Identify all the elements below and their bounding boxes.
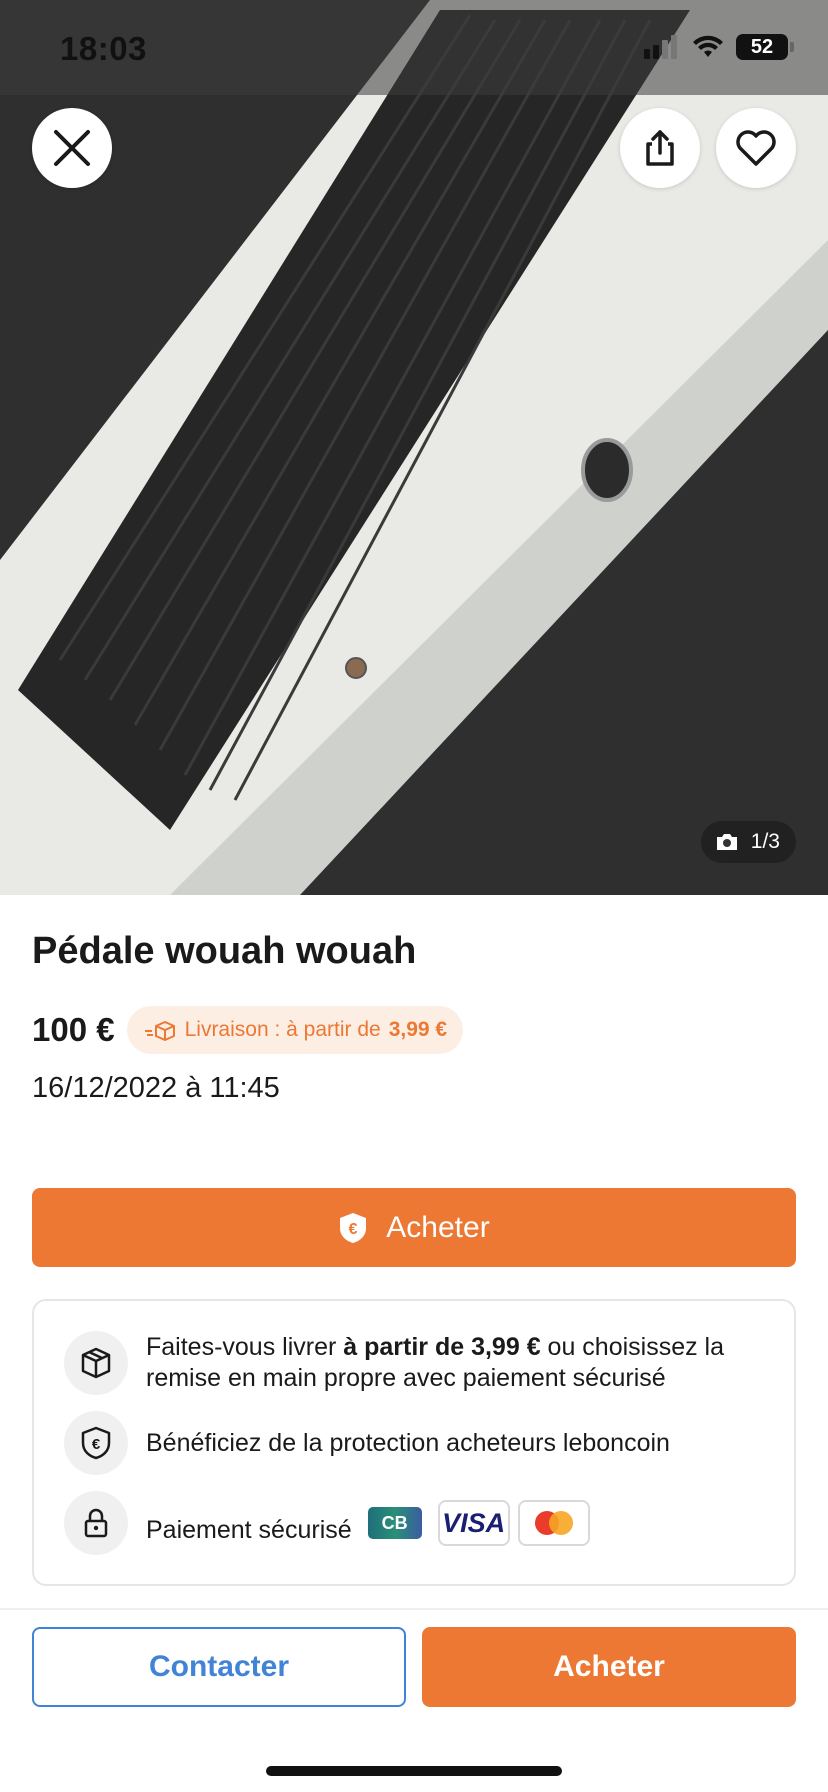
delivery-price: 3,99 € — [388, 1018, 448, 1041]
delivery-info-bold: à partir de 3,99 € — [343, 1333, 541, 1361]
euro-shield-icon: € — [340, 1212, 367, 1243]
battery-icon: 52 — [736, 34, 794, 60]
buy-button-label: Acheter — [386, 1210, 490, 1244]
visa-card-icon: VISA — [437, 1500, 510, 1546]
bottom-bar-divider — [0, 1608, 828, 1610]
protection-info-text: Bénéficiez de la protection acheteurs le… — [146, 1428, 670, 1457]
photo-counter: 1/3 — [700, 821, 796, 863]
protection-info-row: € Bénéficiez de la protection acheteurs … — [64, 1411, 670, 1475]
status-time: 18:03 — [60, 30, 147, 67]
listing-photo[interactable]: 18:03 52 1/3 — [0, 0, 828, 895]
wah-pedal-photo — [0, 0, 828, 895]
package-icon — [64, 1331, 128, 1395]
close-icon — [54, 130, 90, 166]
delivery-info-text: Faites-vous livrer à partir de 3,99 € ou… — [146, 1332, 766, 1394]
payment-info-text: Paiement sécurisé — [146, 1515, 352, 1544]
delivery-info-row: Faites-vous livrer à partir de 3,99 € ou… — [64, 1331, 766, 1395]
mastercard-icon — [517, 1500, 590, 1546]
payment-info-row: Paiement sécurisé CB VISA — [64, 1491, 590, 1555]
camera-icon — [716, 834, 737, 850]
delivery-box-icon — [144, 1021, 175, 1041]
buyer-info-card: Faites-vous livrer à partir de 3,99 € ou… — [32, 1299, 796, 1586]
home-indicator[interactable] — [266, 1766, 562, 1776]
contact-button[interactable]: Contacter — [32, 1627, 406, 1707]
listing-price: 100 € — [32, 1011, 115, 1048]
buy-bottom-button[interactable]: Acheter — [422, 1627, 796, 1707]
share-button[interactable] — [620, 108, 700, 188]
svg-text:€: € — [349, 1221, 358, 1238]
signal-icon — [644, 35, 677, 59]
status-bar: 18:03 52 — [0, 0, 828, 95]
wifi-icon — [693, 35, 723, 57]
buy-button[interactable]: € Acheter — [32, 1188, 796, 1267]
delivery-prefix: Livraison : à partir de — [184, 1018, 381, 1041]
lock-icon — [64, 1491, 128, 1555]
euro-shield-outline-icon: € — [64, 1411, 128, 1475]
listing-date: 16/12/2022 à 11:45 — [32, 1072, 280, 1104]
listing-title: Pédale wouah wouah — [32, 930, 417, 972]
price-row: 100 € Livraison : à partir de 3,99 € — [32, 1006, 464, 1054]
share-icon — [646, 130, 674, 166]
delivery-info-pre: Faites-vous livrer — [146, 1333, 344, 1361]
payment-cards: CB VISA — [367, 1500, 590, 1546]
cb-card-icon: CB — [367, 1507, 422, 1539]
status-icons: 52 — [644, 34, 794, 60]
close-button[interactable] — [32, 108, 112, 188]
photo-counter-text: 1/3 — [750, 830, 780, 853]
svg-text:€: € — [92, 1436, 101, 1453]
delivery-badge: Livraison : à partir de 3,99 € — [126, 1006, 464, 1054]
favorite-button[interactable] — [716, 108, 796, 188]
heart-icon — [736, 130, 776, 166]
